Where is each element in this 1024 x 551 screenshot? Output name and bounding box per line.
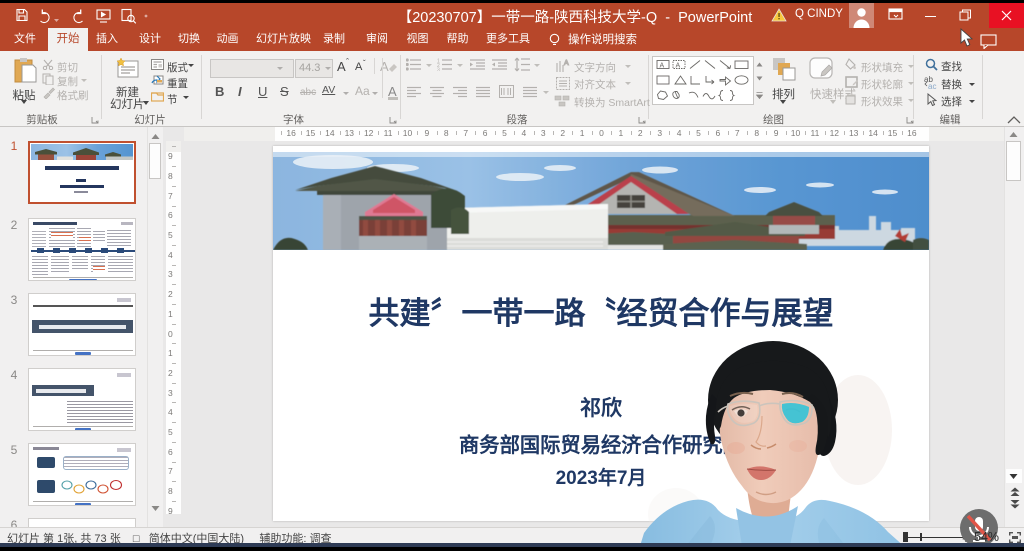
svg-text:A: A: [660, 63, 665, 70]
svg-text:A: A: [676, 63, 681, 70]
svg-text:ac: ac: [928, 82, 936, 89]
svg-text:A: A: [564, 60, 569, 67]
svg-text:3: 3: [437, 68, 440, 72]
